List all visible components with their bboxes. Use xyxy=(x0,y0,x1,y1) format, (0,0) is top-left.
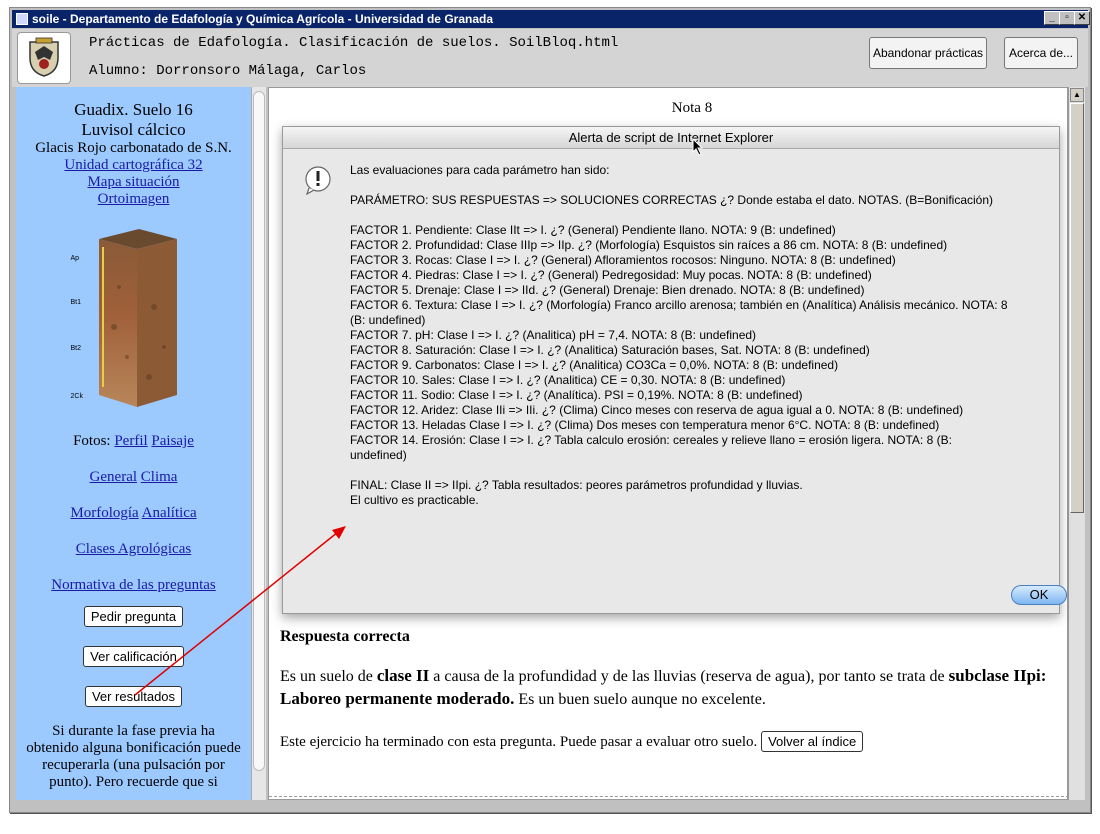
dialog-line: (B: undefined) xyxy=(350,313,426,327)
bonus-note: Si durante la fase previa ha obtenido al… xyxy=(26,723,241,790)
horizon-label-2ck: 2Ck xyxy=(70,393,83,400)
response-class: clase II xyxy=(376,666,430,685)
link-perfil[interactable]: Perfil xyxy=(114,433,147,449)
link-mapa-situacion[interactable]: Mapa situación xyxy=(87,174,179,190)
response-paragraph: Es un suelo de clase II a causa de la pr… xyxy=(280,665,1055,711)
app-icon xyxy=(16,13,28,25)
dialog-line xyxy=(350,208,1060,223)
maximize-button[interactable]: ▫ xyxy=(1059,11,1075,25)
dialog-line: FACTOR 2. Profundidad: Clase IIIp => IIp… xyxy=(350,238,948,252)
dialog-message: Las evaluaciones para cada parámetro han… xyxy=(350,163,1060,508)
scroll-up-arrow-icon[interactable]: ▲ xyxy=(1070,88,1084,102)
dialog-line: FACTOR 14. Erosión: Clase I => I. ¿? Tab… xyxy=(350,433,952,447)
link-ortoimagen[interactable]: Ortoimagen xyxy=(98,191,170,207)
horizon-label-bt1: Bt1 xyxy=(70,299,82,306)
horizon-label-bt2: Bt2 xyxy=(70,345,82,352)
dialog-line xyxy=(350,178,1060,193)
window-title: soile - Departamento de Edafología y Quí… xyxy=(32,12,494,26)
response-section: Respuesta correcta Es un suelo de clase … xyxy=(280,628,1070,752)
dialog-line: FACTOR 13. Heladas Clase I => I. ¿? (Cli… xyxy=(350,418,940,432)
fotos-label: Fotos: xyxy=(73,433,111,449)
response-text-1: Es un suelo de xyxy=(280,668,377,685)
dialog-line: El cultivo es practicable. xyxy=(350,493,479,507)
dialog-line: Las evaluaciones para cada parámetro han… xyxy=(350,163,610,177)
score-heading: Nota 8 xyxy=(671,100,713,116)
leave-practice-button[interactable]: Abandonar prácticas xyxy=(869,37,987,69)
link-clima[interactable]: Clima xyxy=(141,469,178,485)
response-text-2: a causa de la profundidad y de las lluvi… xyxy=(429,668,949,685)
link-analitica[interactable]: Analítica xyxy=(142,505,197,521)
left-panel: Guadix. Suelo 16 Luvisol cálcico Glacis … xyxy=(16,87,251,800)
university-crest-icon xyxy=(17,32,71,84)
dialog-line: FACTOR 9. Carbonatos: Clase I => I. ¿? (… xyxy=(350,358,839,372)
dialog-line: FACTOR 3. Rocas: Clase I => I. ¿? (Gener… xyxy=(350,253,896,267)
minimize-button[interactable]: _ xyxy=(1044,11,1060,25)
content-divider xyxy=(269,796,1067,797)
soil-location: Guadix. Suelo 16 xyxy=(74,100,193,119)
dialog-line: FACTOR 1. Pendiente: Clase IIt => I. ¿? … xyxy=(350,223,836,237)
pedir-pregunta-button[interactable]: Pedir pregunta xyxy=(83,606,184,627)
dialog-line: FACTOR 10. Sales: Clase I => I. ¿? (Anal… xyxy=(350,373,786,387)
dialog-line: undefined) xyxy=(350,448,407,462)
soil-subtitle: Glacis Rojo carbonatado de S.N. xyxy=(35,140,232,156)
link-paisaje[interactable]: Paisaje xyxy=(151,433,194,449)
dialog-line xyxy=(350,463,1060,478)
soil-profile-image[interactable]: Ap Bt1 Bt2 2Ck xyxy=(59,227,209,417)
link-general[interactable]: General xyxy=(90,469,137,485)
script-alert-dialog: Alerta de script de Internet Explorer La… xyxy=(282,126,1067,614)
dialog-line: FACTOR 4. Piedras: Clase I => I. ¿? (Gen… xyxy=(350,268,872,282)
exercise-finished-text: Este ejercicio ha terminado con esta pre… xyxy=(280,734,758,750)
soil-class: Luvisol cálcico xyxy=(81,120,186,139)
dialog-title[interactable]: Alerta de script de Internet Explorer xyxy=(283,127,1059,149)
ok-button[interactable]: OK xyxy=(1011,585,1067,605)
ver-calificacion-button[interactable]: Ver calificación xyxy=(83,646,184,667)
link-normativa[interactable]: Normativa de las preguntas xyxy=(51,577,216,593)
dialog-line: FACTOR 6. Textura: Clase I => I. ¿? (Mor… xyxy=(350,298,1008,312)
volver-indice-button[interactable]: Volver al índice xyxy=(761,731,864,752)
right-scrollbar-thumb[interactable] xyxy=(1070,103,1084,513)
close-button[interactable]: ✕ xyxy=(1074,11,1090,25)
link-clases-agrologicas[interactable]: Clases Agrológicas xyxy=(76,541,191,557)
link-morfologia[interactable]: Morfología xyxy=(70,505,138,521)
student-name: Alumno: Dorronsoro Málaga, Carlos xyxy=(89,63,367,79)
dialog-line: FACTOR 8. Saturación: Clase I => I. ¿? (… xyxy=(350,343,870,357)
alert-exclamation-icon xyxy=(303,165,333,200)
dialog-line: FACTOR 5. Drenaje: Clase I => IId. ¿? (G… xyxy=(350,283,865,297)
horizon-label-ap: Ap xyxy=(70,255,80,262)
response-heading: Respuesta correcta xyxy=(280,628,410,645)
dialog-line: FACTOR 7. pH: Clase I => I. ¿? (Analitic… xyxy=(350,328,757,342)
right-scrollbar[interactable]: ▲ xyxy=(1068,87,1085,800)
app-header: Prácticas de Edafología. Clasificación d… xyxy=(12,29,1088,87)
ver-resultados-button[interactable]: Ver resultados xyxy=(84,686,183,707)
dialog-line: FACTOR 11. Sodio: Clase I => I. ¿? (Anal… xyxy=(350,388,803,402)
left-scrollbar-thumb[interactable] xyxy=(253,91,265,771)
mouse-cursor-icon xyxy=(692,138,704,156)
link-unidad-cartografica[interactable]: Unidad cartográfica 32 xyxy=(64,157,202,173)
about-button[interactable]: Acerca de... xyxy=(1004,37,1078,69)
exercise-finished-paragraph: Este ejercicio ha terminado con esta pre… xyxy=(280,731,1070,752)
practice-title: Prácticas de Edafología. Clasificación d… xyxy=(89,35,619,51)
dialog-line: FACTOR 12. Aridez: Clase IIi => IIi. ¿? … xyxy=(350,403,964,417)
dialog-line: PARÁMETRO: SUS RESPUESTAS => SOLUCIONES … xyxy=(350,193,993,207)
title-bar[interactable]: soile - Departamento de Edafología y Quí… xyxy=(12,10,1088,28)
left-scrollbar[interactable] xyxy=(251,87,266,800)
response-text-3: Es un buen suelo aunque no excelente. xyxy=(514,691,766,708)
dialog-line: FINAL: Clase II => IIpi. ¿? Tabla result… xyxy=(350,478,803,492)
